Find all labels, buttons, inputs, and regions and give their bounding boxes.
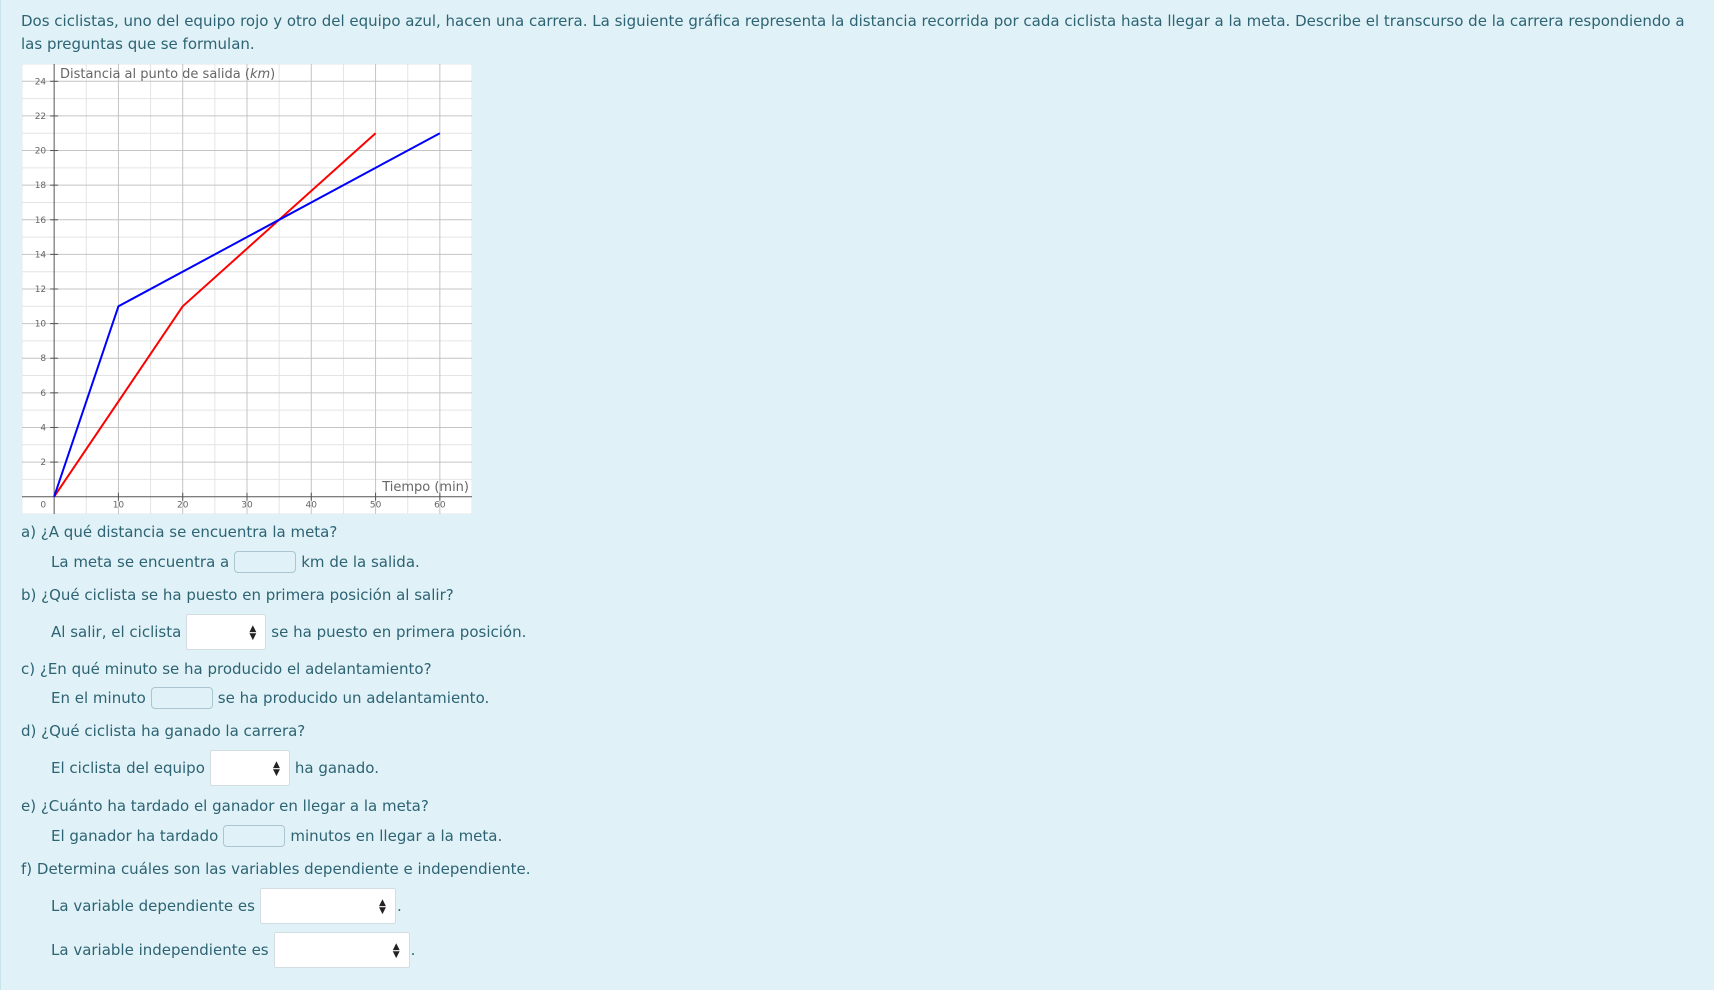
answer-b-row: Al salir, el ciclista ▲ ▼ se ha puesto en… (51, 614, 526, 650)
answer-f-dependent-prefix: La variable dependiente es (51, 897, 255, 915)
y-tick-label: 14 (35, 250, 47, 260)
y-tick-label: 18 (35, 181, 47, 191)
exercise-statement: Dos ciclistas, uno del equipo rojo y otr… (21, 12, 1685, 53)
y-tick-label: 16 (35, 216, 47, 226)
answer-c-row: En el minuto se ha producido un adelanta… (51, 687, 489, 709)
answer-b-suffix: se ha puesto en primera posición. (271, 623, 527, 641)
x-axis-label: Tiempo (min) (381, 480, 469, 495)
winner-time-input[interactable] (223, 825, 286, 847)
question-f: f) Determina cuáles son las variables de… (21, 860, 531, 878)
exercise-panel: Dos ciclistas, uno del equipo rojo y otr… (0, 0, 1714, 990)
question-b: b) ¿Qué ciclista se ha puesto en primera… (21, 586, 454, 604)
answer-f-independent-row: La variable independiente es ▲ ▼ . (51, 932, 415, 968)
y-tick-label: 12 (35, 285, 46, 295)
x-tick-label: 50 (370, 501, 382, 511)
answer-c-prefix: En el minuto (51, 689, 146, 707)
x-tick-label: 60 (434, 501, 446, 511)
chart-svg: 10 20 30 40 50 60246810121416182022240 Distan… (22, 64, 472, 514)
answer-e-prefix: El ganador ha tardado (51, 827, 219, 845)
answer-d-row: El ciclista del equipo ▲ ▼ ha ganado. (51, 750, 379, 786)
sort-arrows-icon: ▲ ▼ (272, 760, 280, 778)
y-tick-label: 22 (35, 112, 46, 122)
y-axis-label: Distancia al punto de salida (km) (60, 67, 275, 82)
y-tick-label: 24 (35, 77, 47, 87)
answer-d-suffix: ha ganado. (294, 759, 379, 777)
answer-d-prefix: El ciclista del equipo (51, 759, 205, 777)
y-tick-label: 2 (40, 458, 46, 468)
answer-e-row: El ganador ha tardado minutos en llegar … (51, 825, 502, 847)
origin-label: 0 (40, 501, 46, 511)
answer-f-independent-prefix: La variable independiente es (51, 941, 269, 959)
answer-e-suffix: minutos en llegar a la meta. (290, 827, 503, 845)
goal-distance-input[interactable] (234, 551, 297, 573)
answer-f-dependent-period: . (396, 897, 402, 915)
answer-a-suffix: km de la salida. (301, 553, 420, 571)
answer-b-prefix: Al salir, el ciclista (51, 623, 182, 641)
y-tick-label: 20 (35, 147, 47, 157)
answer-f-independent-period: . (410, 941, 416, 959)
sort-arrows-icon: ▲ ▼ (249, 624, 257, 642)
dependent-variable-select[interactable]: ▲ ▼ (259, 888, 396, 924)
independent-variable-select[interactable]: ▲ ▼ (273, 932, 410, 968)
question-e: e) ¿Cuánto ha tardado el ganador en lleg… (21, 797, 429, 815)
x-tick-label: 10 (113, 501, 125, 511)
overtake-minute-input[interactable] (150, 687, 213, 709)
question-a: a) ¿A qué distancia se encuentra la meta… (21, 523, 338, 541)
y-tick-label: 10 (35, 320, 47, 330)
y-tick-label: 6 (40, 389, 46, 399)
chart-grid-major (22, 64, 472, 514)
x-tick-label: 20 (177, 501, 189, 511)
answer-a-row: La meta se encuentra a km de la salida. (51, 551, 420, 573)
question-c: c) ¿En qué minuto se ha producido el ade… (21, 660, 432, 678)
answer-f-dependent-row: La variable dependiente es ▲ ▼ . (51, 888, 402, 924)
chart-ticks: 10 20 30 40 50 60246810121416182022240 (35, 77, 446, 510)
y-tick-label: 4 (40, 423, 46, 433)
sort-arrows-icon: ▲ ▼ (379, 898, 386, 916)
answer-c-suffix: se ha producido un adelantamiento. (217, 689, 490, 707)
x-tick-label: 30 (241, 501, 253, 511)
distance-time-chart: 10 20 30 40 50 60 2 4 6 8 10 12 14 16 18 20 22 24 0 Distan… (22, 64, 472, 514)
sort-arrows-icon: ▲ ▼ (392, 942, 400, 960)
question-d: d) ¿Qué ciclista ha ganado la carrera? (21, 722, 306, 740)
winner-team-select[interactable]: ▲ ▼ (209, 750, 290, 786)
first-position-select[interactable]: ▲ ▼ (186, 614, 267, 650)
x-tick-label: 40 (306, 501, 318, 511)
answer-a-prefix: La meta se encuentra a (51, 553, 230, 571)
y-tick-label: 8 (40, 354, 46, 364)
